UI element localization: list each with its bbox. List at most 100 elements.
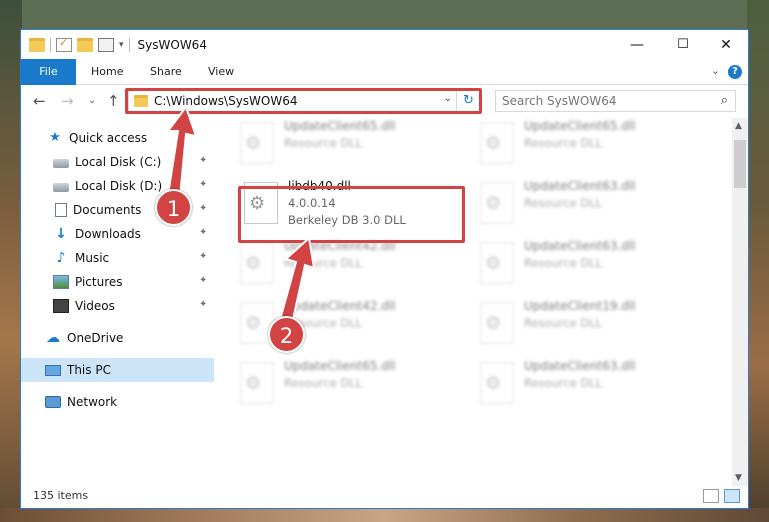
window-title: SysWOW64 [137,37,207,52]
quick-access-toolbar: ▾ [21,36,130,52]
toolbar-dropdown-icon[interactable]: ▾ [119,40,124,50]
pin-icon[interactable]: ✦ [199,227,207,238]
status-bar: 135 items [21,486,748,508]
large-icons-view-icon[interactable] [724,489,740,503]
sidebar-item-label: Network [67,395,118,409]
tab-view[interactable]: View [208,59,234,85]
file-description: Resource DLL [524,316,603,330]
pin-icon[interactable]: ✦ [199,299,207,310]
new-folder-icon[interactable] [77,37,93,52]
network-icon [45,396,61,408]
desktop-wallpaper-bottom [0,508,769,522]
file-name: UpdateClient65.dll [284,359,396,373]
pin-icon[interactable]: ✦ [199,251,207,262]
file-name: UpdateClient63.dll [524,239,636,253]
file-name: UpdateClient63.dll [524,359,636,373]
file-item[interactable]: UpdateClient42.dllResource DLL [222,236,450,292]
documents-icon [55,203,67,217]
customize-toolbar-icon[interactable] [98,37,114,52]
file-item[interactable]: UpdateClient65.dll Resource DLL [222,356,450,412]
sidebar-item-label: Videos [75,299,115,313]
dll-file-icon [480,242,514,284]
videos-icon [53,299,69,313]
maximize-button[interactable]: ☐ [660,30,706,59]
sidebar-item-this-pc[interactable]: This PC [21,358,214,382]
sidebar-item-quick-access[interactable]: ★ Quick access [21,126,214,150]
file-name: UpdateClient65.dll [284,119,396,133]
search-box[interactable]: ⌕ [495,90,736,112]
sidebar-item-pictures[interactable]: Pictures ✦ [21,270,214,294]
desktop-wallpaper-left [0,0,22,522]
file-item[interactable]: UpdateClient65.dll Resource DLL [462,116,690,172]
dll-file-icon [480,302,514,344]
step-2-badge: 2 [268,316,305,353]
minimize-button[interactable]: — [614,30,660,59]
dll-file-icon [240,122,274,164]
folder-icon[interactable] [29,37,45,52]
vertical-scrollbar[interactable]: ▲ ▼ [732,118,748,486]
details-view-icon[interactable] [703,489,719,503]
tab-home[interactable]: Home [91,59,123,85]
pin-icon[interactable]: ✦ [199,203,207,214]
sidebar-item-onedrive[interactable]: ☁ OneDrive [21,326,214,350]
sidebar-item-downloads[interactable]: ↓ Downloads ✦ [21,222,214,246]
file-description: Resource DLL [524,376,603,390]
desktop-wallpaper-right [747,0,769,522]
file-description: Resource DLL [284,256,363,270]
sidebar-item-local-disk-c[interactable]: Local Disk (C:) ✦ [21,150,214,174]
file-item[interactable]: UpdateClient63.dll Resource DLL [462,176,690,232]
toolbar-divider [128,37,130,52]
disk-icon [53,159,69,168]
sidebar-item-label: Downloads [75,227,141,241]
star-icon: ★ [49,130,61,145]
search-icon[interactable]: ⌕ [721,93,728,108]
pin-icon[interactable]: ✦ [199,155,207,166]
forward-arrow-icon[interactable]: → [61,92,74,110]
file-highlight-box [238,186,465,243]
file-list: UpdateClient65.dll Resource DLL UpdateCli… [222,116,732,484]
file-description: Resource DLL [524,136,603,150]
tab-share[interactable]: Share [150,59,182,85]
file-description: Resource DLL [284,376,363,390]
pin-icon[interactable]: ✦ [199,275,207,286]
file-item[interactable]: UpdateClient19.dll Resource DLL [462,296,690,352]
file-description: Resource DLL [524,256,603,270]
sidebar-item-label: Local Disk (C:) [75,155,162,169]
recent-locations-icon[interactable]: ⌄ [88,95,96,106]
pictures-icon [53,275,69,289]
search-input[interactable] [502,94,702,108]
downloads-icon: ↓ [55,226,67,242]
back-arrow-icon[interactable]: ← [33,92,46,110]
explorer-window: ▾ SysWOW64 — ☐ ✕ File Home Share View ⌄ … [20,29,749,509]
scroll-down-icon[interactable]: ▼ [735,473,742,483]
sidebar-item-network[interactable]: Network [21,390,214,414]
sidebar-item-label: Quick access [69,131,148,145]
scrollbar-thumb[interactable] [734,140,746,188]
scroll-up-icon[interactable]: ▲ [735,121,742,131]
dll-file-icon [480,122,514,164]
sidebar-item-label: Local Disk (D:) [75,179,163,193]
music-icon: ♪ [56,250,66,266]
sidebar-item-label: Documents [73,203,142,217]
sidebar-item-videos[interactable]: Videos ✦ [21,294,214,318]
dll-file-icon [480,362,514,404]
navigation-bar: ← → ⌄ ↑ C:\Windows\SysWOW64 ⌄ ↻ ⌕ [21,86,748,116]
pin-icon[interactable]: ✦ [199,179,207,190]
up-arrow-icon[interactable]: ↑ [107,92,120,110]
sidebar-item-label: Pictures [75,275,123,289]
chevron-down-icon[interactable]: ⌄ [711,64,720,77]
properties-check-icon[interactable] [56,36,72,52]
file-item[interactable]: UpdateClient42.dllResource DLL [222,296,450,352]
file-item[interactable]: UpdateClient63.dll Resource DLL [462,356,690,412]
file-item[interactable]: UpdateClient65.dll Resource DLL [222,116,450,172]
item-count: 135 items [33,489,89,502]
file-item[interactable]: UpdateClient63.dll Resource DLL [462,236,690,292]
sidebar-item-label: Music [75,251,110,265]
cloud-icon: ☁ [46,330,60,346]
step-1-badge: 1 [155,189,192,226]
sidebar-item-music[interactable]: ♪ Music ✦ [21,246,214,270]
tab-file[interactable]: File [21,59,76,85]
close-button[interactable]: ✕ [703,30,749,59]
sidebar-item-label: This PC [67,363,111,377]
help-icon[interactable]: ? [728,65,742,79]
